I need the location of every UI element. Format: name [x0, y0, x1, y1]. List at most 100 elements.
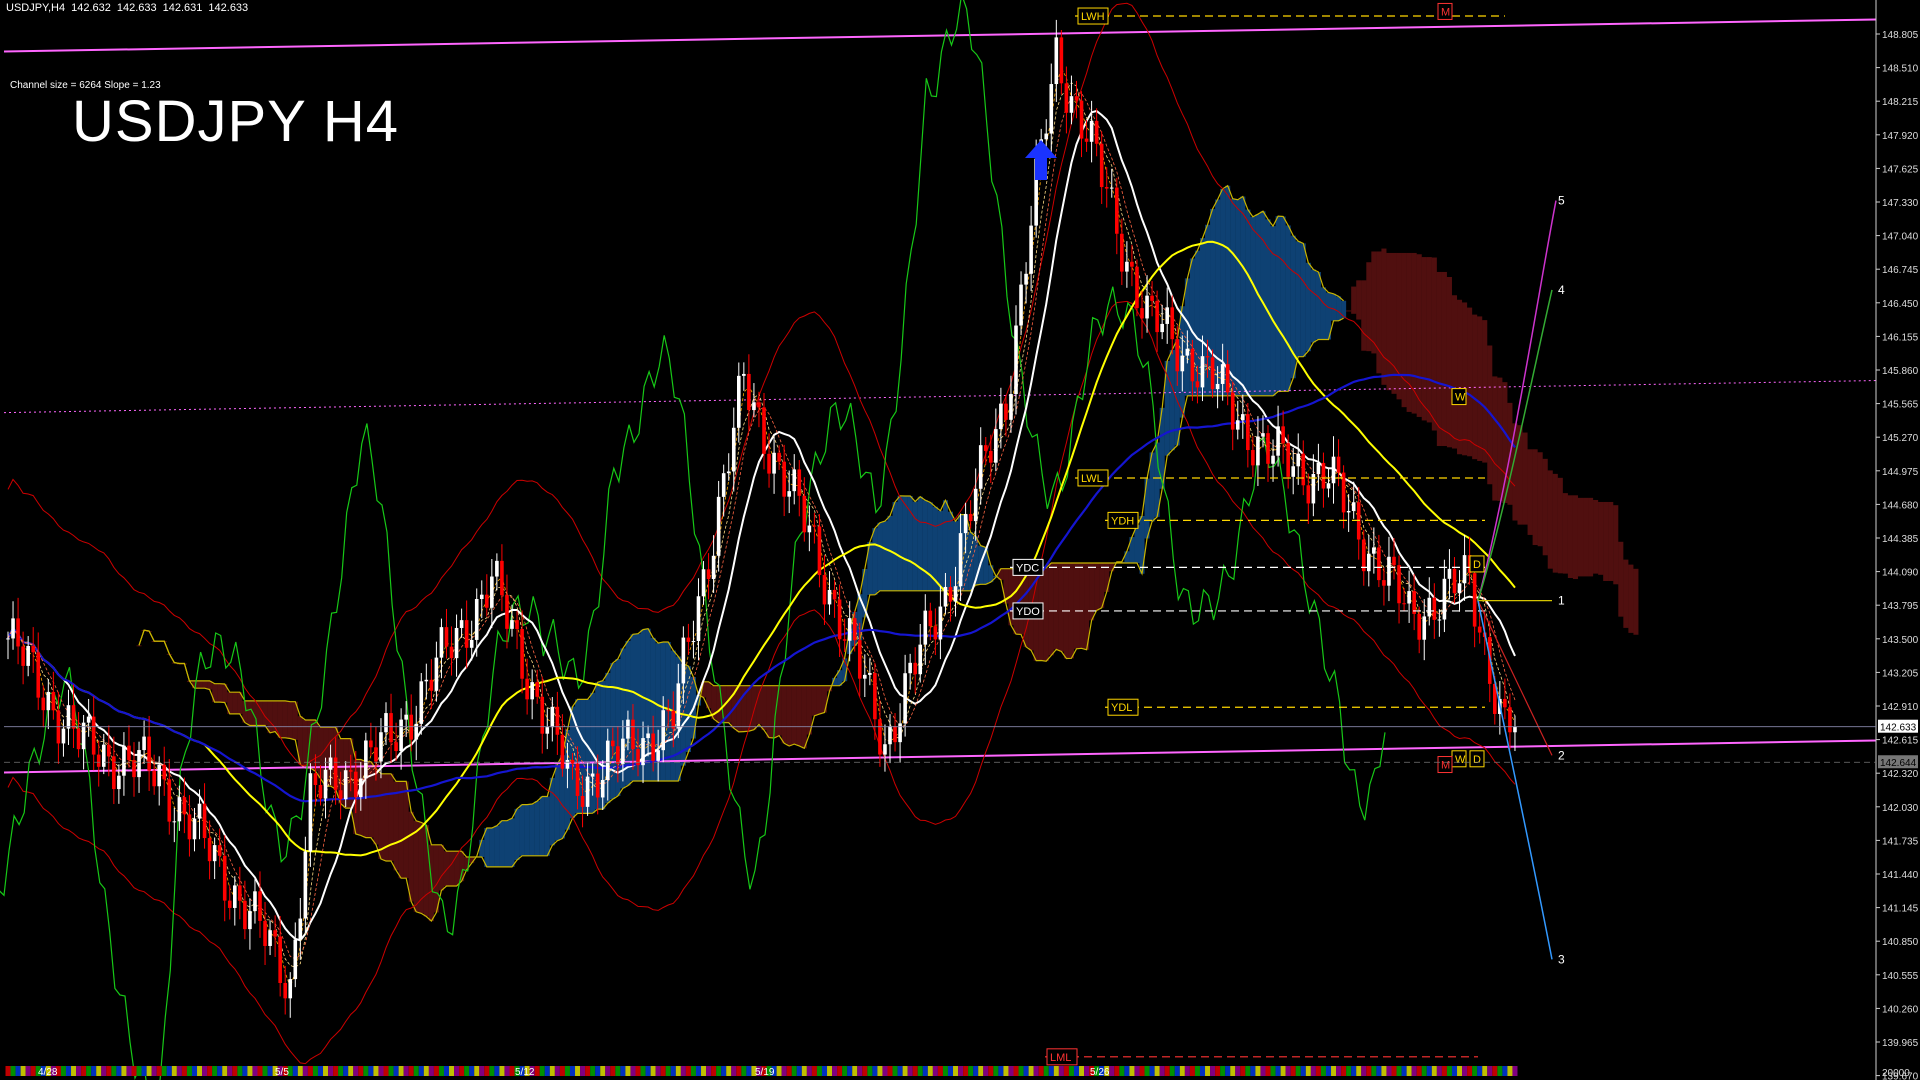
level-label-text: YDO — [1016, 606, 1040, 618]
session-color-bar — [257, 1066, 263, 1076]
candle-body — [1437, 619, 1442, 621]
candle-body — [278, 936, 282, 983]
session-color-bar — [796, 1066, 802, 1076]
session-color-bar — [615, 1066, 621, 1076]
session-color-bar — [383, 1066, 389, 1076]
cloud-slice — [539, 796, 545, 856]
session-color-bar — [1477, 1066, 1483, 1076]
candle-body — [474, 599, 479, 640]
cloud-slice — [1527, 449, 1533, 535]
candle-body — [691, 641, 696, 643]
cloud-slice — [1245, 209, 1251, 396]
candle-body — [268, 930, 272, 946]
candle-body — [1069, 96, 1074, 113]
cloud-slice — [1300, 243, 1306, 357]
session-color-bar — [842, 1066, 848, 1076]
session-color-bar — [151, 1066, 157, 1076]
session-color-bar — [534, 1066, 540, 1076]
candle-body — [263, 920, 267, 946]
session-color-bar — [1139, 1066, 1145, 1076]
candle-body — [1140, 308, 1144, 319]
cloud-slice — [872, 528, 878, 595]
session-color-bar — [746, 1066, 752, 1076]
projection-label-3: 3 — [1558, 952, 1565, 966]
session-color-bar — [625, 1066, 631, 1076]
projection-label-1: 1 — [1558, 594, 1565, 608]
session-color-bar — [706, 1066, 712, 1076]
up-arrow-icon — [1025, 140, 1057, 180]
candle-body — [641, 738, 645, 766]
cloud-slice — [1613, 505, 1619, 585]
cloud-slice — [1482, 320, 1488, 463]
price-chart[interactable]: LWHLWLYDHYDCYDOYDLLMLWDDWMM54123148.8051… — [0, 0, 1920, 1080]
price-tick-label: 147.040 — [1882, 232, 1919, 243]
candle-body — [76, 728, 81, 750]
cloud-slice — [1295, 241, 1301, 357]
candle-body — [1422, 616, 1427, 640]
cloud-slice — [398, 781, 404, 879]
cloud-slice — [1396, 252, 1402, 400]
cloud-slice — [1310, 269, 1316, 343]
candle-body — [162, 764, 167, 780]
session-color-bar — [307, 1066, 313, 1076]
candle-body — [792, 469, 797, 492]
session-color-bar — [1038, 1066, 1044, 1076]
session-color-bar — [5, 1066, 11, 1076]
candle-body — [898, 723, 902, 743]
session-color-bar — [302, 1066, 308, 1076]
session-color-bar — [146, 1066, 152, 1076]
candle-body — [560, 734, 565, 769]
chart-window[interactable]: LWH LWL YDH YDC YDO YDL LML W D D W M M 5 4 1 2 3 148.805 1… — [0, 0, 1920, 1080]
cloud-slice — [1386, 252, 1392, 391]
candle-body — [485, 594, 489, 608]
candle-body — [928, 610, 933, 627]
cloud-slice — [438, 844, 444, 891]
candle-body — [1432, 597, 1437, 620]
session-color-bar — [479, 1066, 485, 1076]
candle-body — [318, 785, 323, 799]
cloud-slice — [1346, 310, 1352, 312]
candle-body — [137, 750, 141, 778]
session-color-bar — [202, 1066, 208, 1076]
session-color-bar — [464, 1066, 470, 1076]
candle-body — [1351, 502, 1356, 511]
session-color-bar — [398, 1066, 404, 1076]
cloud-slice — [1058, 562, 1064, 652]
candle-body — [676, 683, 681, 729]
candle-body — [490, 576, 494, 608]
price-tick-label: 140.260 — [1882, 1004, 1919, 1015]
cloud-slice — [484, 827, 490, 867]
candle-body — [338, 790, 343, 800]
session-color-bar — [912, 1066, 918, 1076]
level-label-lml: LML — [1046, 1048, 1078, 1066]
candle-body — [1059, 37, 1064, 84]
session-color-bar — [1381, 1066, 1387, 1076]
candle-body — [762, 407, 766, 454]
session-color-bar — [731, 1066, 737, 1076]
cloud-slice — [287, 701, 293, 739]
candle-body — [21, 646, 25, 666]
session-color-bar — [922, 1066, 928, 1076]
cloud-slice — [1567, 495, 1573, 579]
cloud-slice — [509, 818, 515, 867]
session-color-bar — [776, 1066, 782, 1076]
candle-body — [1296, 453, 1301, 467]
session-color-bar — [650, 1066, 656, 1076]
session-color-bar — [1063, 1066, 1069, 1076]
price-tick-label: 140.850 — [1882, 937, 1919, 948]
session-color-bar — [806, 1066, 812, 1076]
candle-body — [646, 733, 650, 739]
candle-body — [379, 732, 383, 762]
level-label-ydo: YDO — [1012, 602, 1044, 620]
cloud-slice — [1547, 470, 1553, 569]
candle-body — [117, 775, 121, 790]
candle-body — [1462, 555, 1467, 584]
level-label-d: D — [1469, 555, 1485, 573]
session-color-bar — [852, 1066, 858, 1076]
cloud-slice — [1411, 252, 1417, 414]
session-color-bar — [1053, 1066, 1059, 1076]
cloud-slice — [736, 685, 742, 732]
session-color-bar — [1310, 1066, 1316, 1076]
session-color-bar — [1406, 1066, 1412, 1076]
session-color-bar — [690, 1066, 696, 1076]
